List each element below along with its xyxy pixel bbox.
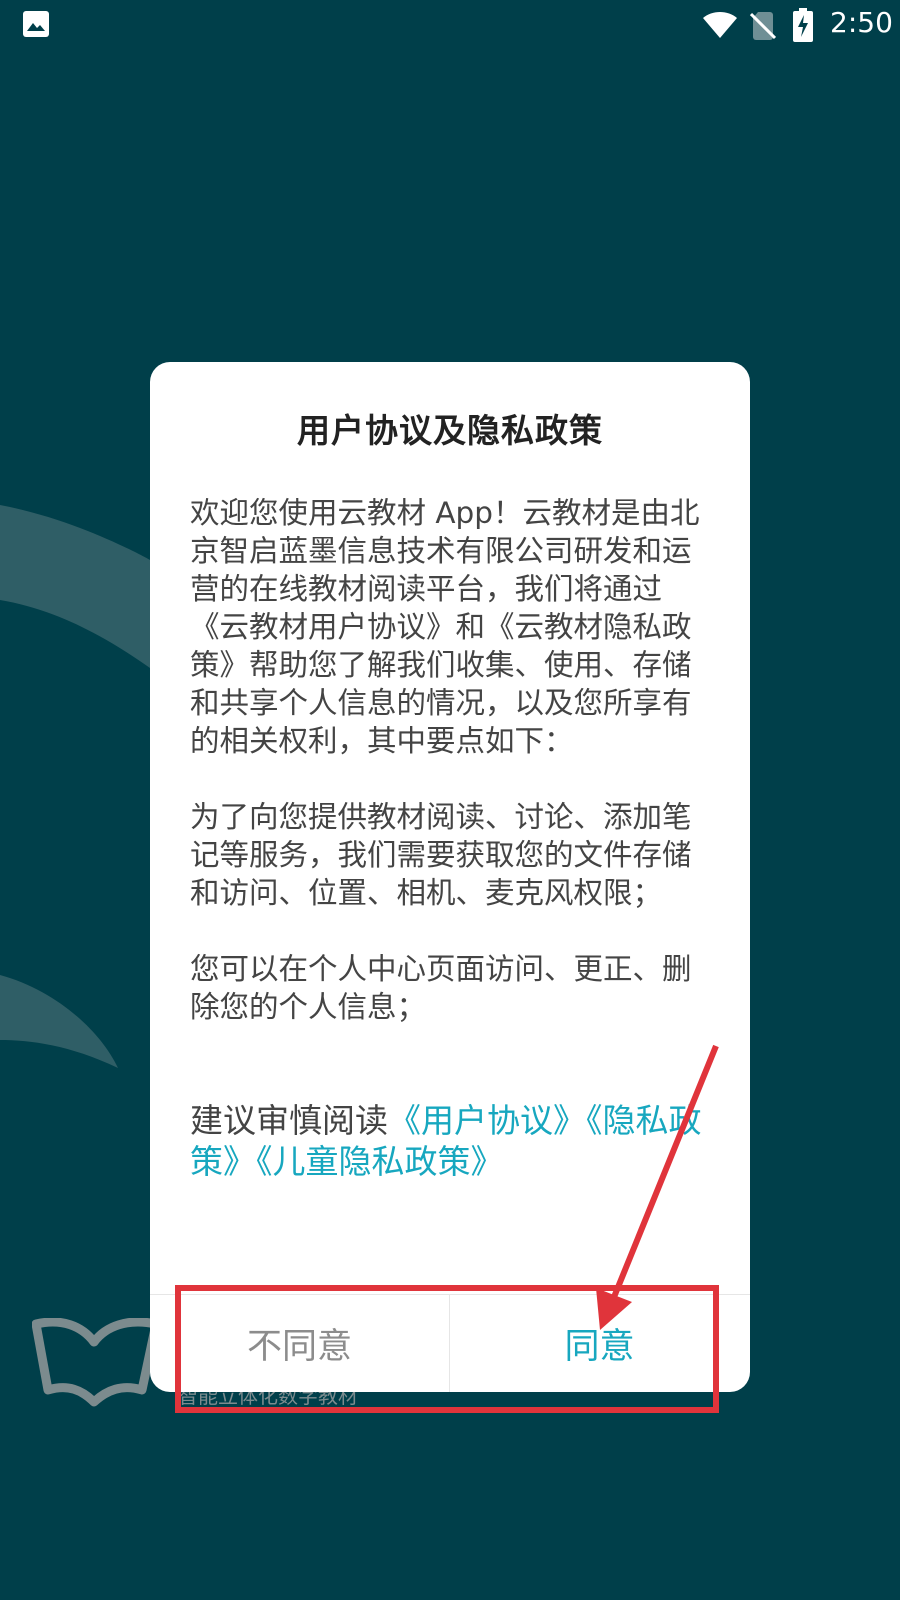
disagree-button[interactable]: 不同意	[150, 1294, 449, 1392]
status-time: 2:50	[830, 6, 893, 39]
wifi-icon	[702, 10, 738, 44]
advice-text: 建议审慎阅读《用户协议》《隐私政策》《儿童隐私政策》	[190, 1100, 705, 1182]
book-logo-icon	[32, 1318, 161, 1407]
agreement-dialog: 用户协议及隐私政策 欢迎您使用云教材 App！云教材是由北京智启蓝墨信息技术有限…	[150, 362, 750, 1392]
agree-button[interactable]: 同意	[450, 1294, 749, 1392]
personal-info-paragraph: 您可以在个人中心页面访问、更正、删除您的个人信息；	[190, 952, 692, 1024]
dialog-body[interactable]: 欢迎您使用云教材 App！云教材是由北京智启蓝墨信息技术有限公司研发和运营的在线…	[190, 494, 705, 1182]
dialog-title: 用户协议及隐私政策	[297, 411, 603, 450]
intro-paragraph: 欢迎您使用云教材 App！云教材是由北京智启蓝墨信息技术有限公司研发和运营的在线…	[190, 496, 700, 758]
battery-charging-icon	[793, 8, 813, 46]
permissions-paragraph: 为了向您提供教材阅读、讨论、添加笔记等服务，我们需要获取您的文件存储和访问、位置…	[190, 800, 692, 910]
children-privacy-policy-link[interactable]: 《儿童隐私政策》	[256, 1142, 504, 1181]
no-sim-icon	[749, 10, 777, 44]
user-agreement-link[interactable]: 《用户协议》	[388, 1101, 586, 1140]
advice-prefix: 建议审慎阅读	[190, 1101, 388, 1140]
status-bar: 2:50	[0, 0, 900, 50]
photo-icon	[22, 10, 50, 42]
